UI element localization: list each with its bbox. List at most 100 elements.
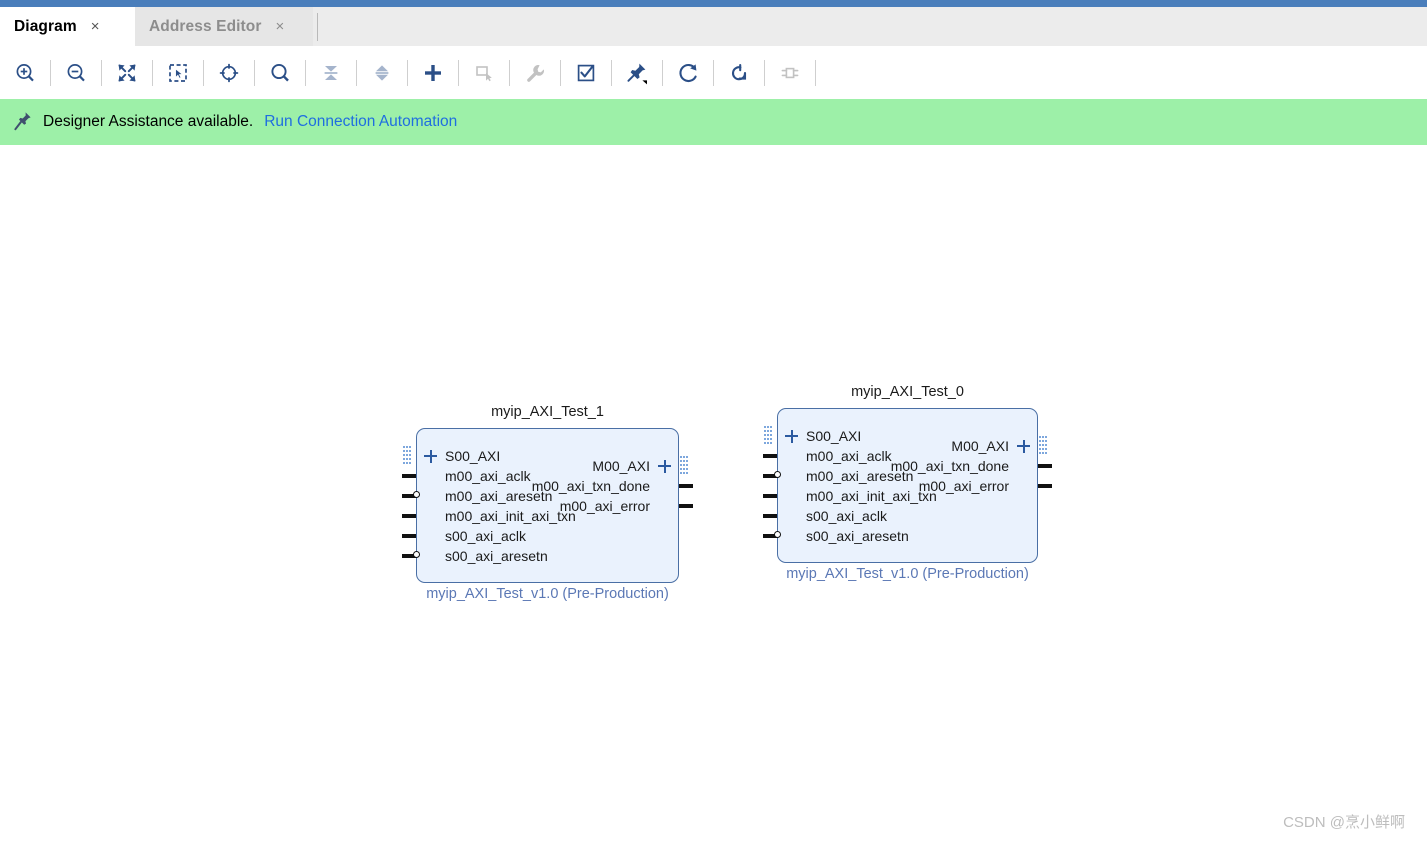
refresh-icon — [679, 63, 697, 82]
tab-address-editor-label: Address Editor — [149, 17, 262, 35]
ip-block-version: myip_AXI_Test_v1.0 (Pre-Production) — [426, 586, 669, 602]
active-low-bubble-icon — [774, 470, 781, 478]
ip-port-label: M00_AXI — [951, 438, 1009, 454]
fit-selection-button[interactable] — [204, 46, 254, 99]
ip-port-output[interactable]: m00_axi_error — [919, 476, 1030, 496]
toolbar-separator — [815, 59, 816, 86]
select-tool-button[interactable] — [459, 46, 509, 99]
ip-port-output[interactable]: m00_axi_txn_done — [532, 476, 671, 496]
ip-port-label: m00_axi_txn_done — [531, 478, 650, 494]
tab-diagram-close-icon[interactable]: × — [91, 19, 100, 34]
port-pin-stub[interactable] — [402, 534, 416, 538]
ip-port-input[interactable]: s00_axi_aclk — [785, 506, 887, 526]
ip-port-label: S00_AXI — [806, 428, 862, 444]
customize-block-button[interactable] — [510, 46, 560, 99]
ip-port-input[interactable]: s00_axi_aclk — [424, 526, 526, 546]
zoom-area-icon — [169, 63, 187, 82]
add-ip-button[interactable] — [408, 46, 458, 99]
validate-design-button[interactable] — [561, 46, 611, 99]
ip-port-input[interactable]: s00_axi_aresetn — [424, 546, 548, 566]
ip-port-input[interactable]: m00_axi_aclk — [424, 466, 531, 486]
bus-expand-plus-icon[interactable] — [785, 429, 798, 443]
bus-expand-plus-icon[interactable] — [424, 449, 437, 463]
ip-block[interactable]: myip_AXI_Test_1 myip_AXI_Test_v1.0 (Pre-P… — [402, 404, 693, 611]
search-button[interactable] — [255, 46, 305, 99]
create-hierarchy-button[interactable] — [765, 46, 815, 99]
ip-port-label: S00_AXI — [445, 448, 501, 464]
port-pin-stub[interactable] — [1038, 464, 1052, 468]
designer-assistance-banner: Designer Assistance available. Run Conne… — [0, 99, 1427, 145]
port-pin-stub[interactable] — [679, 504, 693, 508]
zoom-fit-icon — [118, 64, 136, 81]
regenerate-layout-button[interactable] — [714, 46, 764, 99]
bus-interface-connector[interactable] — [1039, 436, 1048, 456]
ip-port-label: m00_axi_error — [918, 478, 1009, 494]
run-connection-automation-link[interactable]: Run Connection Automation — [264, 113, 457, 131]
port-pin-stub[interactable] — [763, 494, 777, 498]
bus-interface-connector[interactable] — [403, 446, 412, 466]
bus-interface-connector[interactable] — [680, 456, 689, 476]
ip-port-input[interactable]: m00_axi_init_axi_txn — [424, 506, 576, 526]
ip-port-label: m00_axi_txn_done — [890, 458, 1009, 474]
search-icon — [271, 63, 289, 81]
select-tool-icon — [476, 65, 492, 81]
bus-interface-connector[interactable] — [764, 426, 773, 446]
collapse-all-icon — [324, 65, 338, 80]
ip-port-label: s00_axi_aresetn — [806, 528, 909, 544]
zoom-fit-button[interactable] — [102, 46, 152, 99]
ip-block-title: myip_AXI_Test_0 — [851, 384, 964, 400]
ip-port-input[interactable]: m00_axi_aclk — [785, 446, 892, 466]
port-pin-stub[interactable] — [402, 474, 416, 478]
ip-port-label: s00_axi_aresetn — [445, 548, 548, 564]
bus-expand-plus-icon[interactable] — [1017, 439, 1030, 453]
pin-button[interactable] — [612, 46, 662, 99]
expand-all-icon — [375, 64, 389, 81]
pin-icon — [627, 63, 647, 84]
port-pin-stub[interactable] — [763, 514, 777, 518]
diagram-toolbar — [0, 46, 1427, 99]
ip-port-label: m00_axi_aclk — [806, 448, 892, 464]
zoom-in-button[interactable] — [0, 46, 50, 99]
tab-bar: Diagram × Address Editor × — [0, 7, 1427, 46]
zoom-out-icon — [67, 63, 85, 81]
ip-port-output[interactable]: m00_axi_error — [560, 496, 671, 516]
tab-diagram[interactable]: Diagram × — [0, 7, 135, 46]
port-pin-stub[interactable] — [1038, 484, 1052, 488]
add-ip-icon — [425, 64, 441, 81]
expand-all-button[interactable] — [357, 46, 407, 99]
ip-port-output[interactable]: M00_AXI — [592, 456, 671, 476]
ip-port-label: M00_AXI — [592, 458, 650, 474]
block-design-canvas[interactable]: myip_AXI_Test_1 myip_AXI_Test_v1.0 (Pre-P… — [0, 145, 1427, 844]
ip-port-label: m00_axi_init_axi_txn — [445, 508, 576, 524]
zoom-out-button[interactable] — [51, 46, 101, 99]
regenerate-layout-icon — [732, 63, 747, 80]
ip-port-input[interactable]: m00_axi_init_axi_txn — [785, 486, 937, 506]
refresh-layout-button[interactable] — [663, 46, 713, 99]
port-pin-stub[interactable] — [679, 484, 693, 488]
collapse-all-button[interactable] — [306, 46, 356, 99]
tab-address-editor-close-icon[interactable]: × — [276, 19, 285, 34]
tab-strip-divider — [317, 13, 318, 41]
ip-port-input[interactable]: S00_AXI — [785, 426, 861, 446]
ip-port-label: m00_axi_init_axi_txn — [806, 488, 937, 504]
active-low-bubble-icon — [413, 550, 420, 558]
tab-diagram-label: Diagram — [14, 17, 77, 35]
watermark: CSDN @烹小鲜啊 — [1283, 814, 1405, 831]
ip-port-input[interactable]: S00_AXI — [424, 446, 500, 466]
zoom-area-button[interactable] — [153, 46, 203, 99]
ip-block-version: myip_AXI_Test_v1.0 (Pre-Production) — [786, 566, 1029, 582]
bus-expand-plus-icon[interactable] — [658, 459, 671, 473]
ip-block[interactable]: myip_AXI_Test_0 myip_AXI_Test_v1.0 (Pre-P… — [763, 384, 1052, 591]
hierarchy-icon — [781, 67, 799, 78]
active-low-bubble-icon — [413, 490, 420, 498]
magic-wand-icon — [14, 112, 31, 131]
ip-port-output[interactable]: m00_axi_txn_done — [891, 456, 1030, 476]
ip-port-input[interactable]: s00_axi_aresetn — [785, 526, 909, 546]
ip-port-label: m00_axi_error — [559, 498, 650, 514]
port-pin-stub[interactable] — [402, 514, 416, 518]
tab-address-editor[interactable]: Address Editor × — [135, 7, 313, 46]
ip-port-output[interactable]: M00_AXI — [951, 436, 1030, 456]
validate-design-icon — [577, 64, 595, 81]
port-pin-stub[interactable] — [763, 454, 777, 458]
ip-block-title: myip_AXI_Test_1 — [491, 404, 604, 420]
